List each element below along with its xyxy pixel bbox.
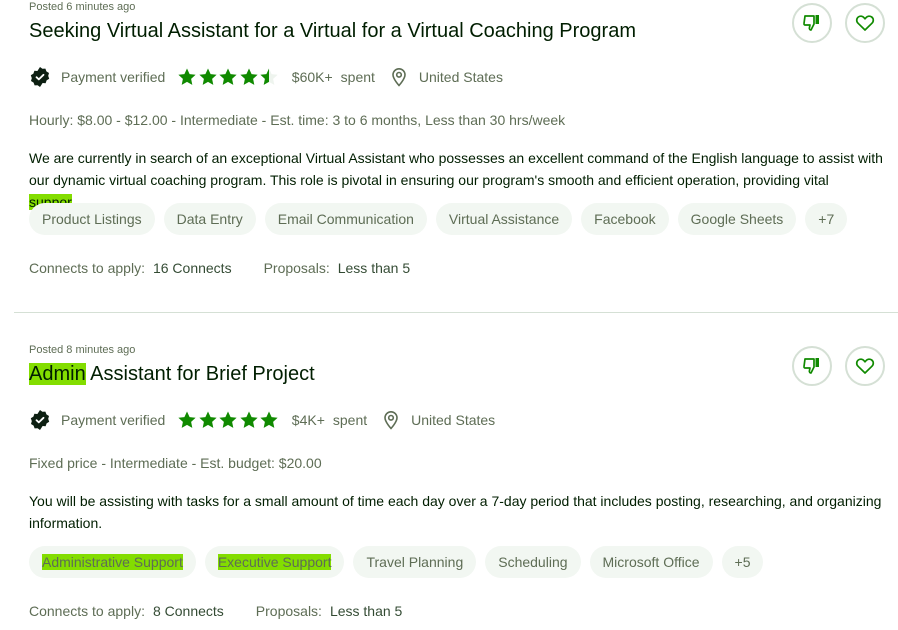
client-rating xyxy=(177,67,280,87)
skill-tag[interactable]: Executive Support xyxy=(204,546,345,578)
title-text: Seeking Virtual Assistant for a Virtual … xyxy=(29,20,636,42)
more-skills-button[interactable]: +5 xyxy=(721,546,764,578)
connects-value: 16 Connects xyxy=(152,260,232,276)
skill-label: Facebook xyxy=(594,211,656,227)
posted-time: Posted 8 minutes ago xyxy=(29,344,136,356)
job-title-link[interactable]: Seeking Virtual Assistant for a Virtual … xyxy=(29,20,636,43)
client-spent: $4K+ spent xyxy=(291,412,368,428)
client-location: United States xyxy=(383,410,495,430)
skill-tag[interactable]: Product Listings xyxy=(29,203,155,235)
job-title-link[interactable]: Admin Assistant for Brief Project xyxy=(29,363,315,386)
skill-tag[interactable]: Email Communication xyxy=(264,203,427,235)
skill-label: +5 xyxy=(734,554,751,570)
star-icon xyxy=(260,68,278,85)
skill-tag[interactable]: Travel Planning xyxy=(353,546,477,578)
proposals-value: Less than 5 xyxy=(337,260,411,276)
client-info: Payment verified $60K+ spent United State… xyxy=(29,66,503,88)
skill-label: Google Sheets xyxy=(690,211,784,227)
connects-label: Connects to apply: xyxy=(29,603,145,619)
payment-status: Payment verified xyxy=(61,69,166,85)
connects-value: 8 Connects xyxy=(152,603,224,619)
proposals-label: Proposals: xyxy=(263,260,330,276)
skill-label: +7 xyxy=(818,211,835,227)
skill-tag[interactable]: Facebook xyxy=(581,203,669,235)
skill-tag[interactable]: Microsoft Office xyxy=(589,546,713,578)
client-rating xyxy=(177,410,280,430)
title-text: Assistant for Brief Project xyxy=(85,363,315,385)
proposals-value: Less than 5 xyxy=(329,603,403,619)
skill-tag[interactable]: Data Entry xyxy=(163,203,256,235)
skill-label: Scheduling xyxy=(498,554,568,570)
skills-list: Product Listings Data Entry Email Communic… xyxy=(29,203,848,235)
star-icon xyxy=(240,68,258,85)
heart-icon xyxy=(855,358,875,374)
skill-tag[interactable]: Virtual Assistance xyxy=(435,203,573,235)
job-footer: Connects to apply: 8 Connects Proposals:… xyxy=(29,603,402,619)
client-spent: $60K+ spent xyxy=(291,69,375,85)
skills-list: Administrative Support Executive Support T… xyxy=(29,546,764,578)
star-icon xyxy=(178,411,196,428)
star-icon xyxy=(199,411,217,428)
posted-time: Posted 6 minutes ago xyxy=(29,1,136,13)
star-icon xyxy=(178,68,196,85)
star-icon xyxy=(219,411,237,428)
job-divider xyxy=(14,312,898,313)
skill-label: Email Communication xyxy=(277,211,414,227)
more-skills-button[interactable]: +7 xyxy=(805,203,848,235)
connects-label: Connects to apply: xyxy=(29,260,145,276)
skill-label: Product Listings xyxy=(42,211,142,227)
thumbs-down-icon xyxy=(803,358,819,374)
dislike-button[interactable] xyxy=(792,346,832,386)
skill-tag[interactable]: Administrative Support xyxy=(29,546,196,578)
job-info: Hourly: $8.00 - $12.00 - Intermediate - … xyxy=(29,112,566,128)
job-footer: Connects to apply: 16 Connects Proposals… xyxy=(29,260,410,276)
heart-icon xyxy=(855,15,875,31)
skill-tag[interactable]: Google Sheets xyxy=(677,203,797,235)
verified-badge-icon xyxy=(30,67,50,87)
skill-label: Microsoft Office xyxy=(602,554,700,570)
proposals-label: Proposals: xyxy=(255,603,322,619)
job-info: Fixed price - Intermediate - Est. budget… xyxy=(29,455,322,471)
star-icon xyxy=(219,68,237,85)
map-pin-icon xyxy=(392,68,406,87)
star-icon xyxy=(240,411,258,428)
skill-label: Travel Planning xyxy=(366,554,464,570)
map-pin-icon xyxy=(384,411,398,430)
client-info: Payment verified $4K+ spent United States xyxy=(29,409,495,431)
skill-tag[interactable]: Scheduling xyxy=(485,546,581,578)
skill-label: Data Entry xyxy=(176,211,243,227)
verified-badge-icon xyxy=(30,410,50,430)
dislike-button[interactable] xyxy=(792,3,832,43)
payment-status: Payment verified xyxy=(61,412,166,428)
job-description: You will be assisting with tasks for a s… xyxy=(29,493,882,531)
client-location: United States xyxy=(391,67,503,87)
star-icon xyxy=(199,68,217,85)
save-job-button[interactable] xyxy=(845,3,885,43)
save-job-button[interactable] xyxy=(845,346,885,386)
skill-label: Virtual Assistance xyxy=(448,211,560,227)
thumbs-down-icon xyxy=(803,15,819,31)
star-icon xyxy=(260,411,278,428)
skill-label: Executive Support xyxy=(217,554,332,570)
skill-label: Administrative Support xyxy=(42,554,183,570)
title-highlight: Admin xyxy=(29,363,86,385)
